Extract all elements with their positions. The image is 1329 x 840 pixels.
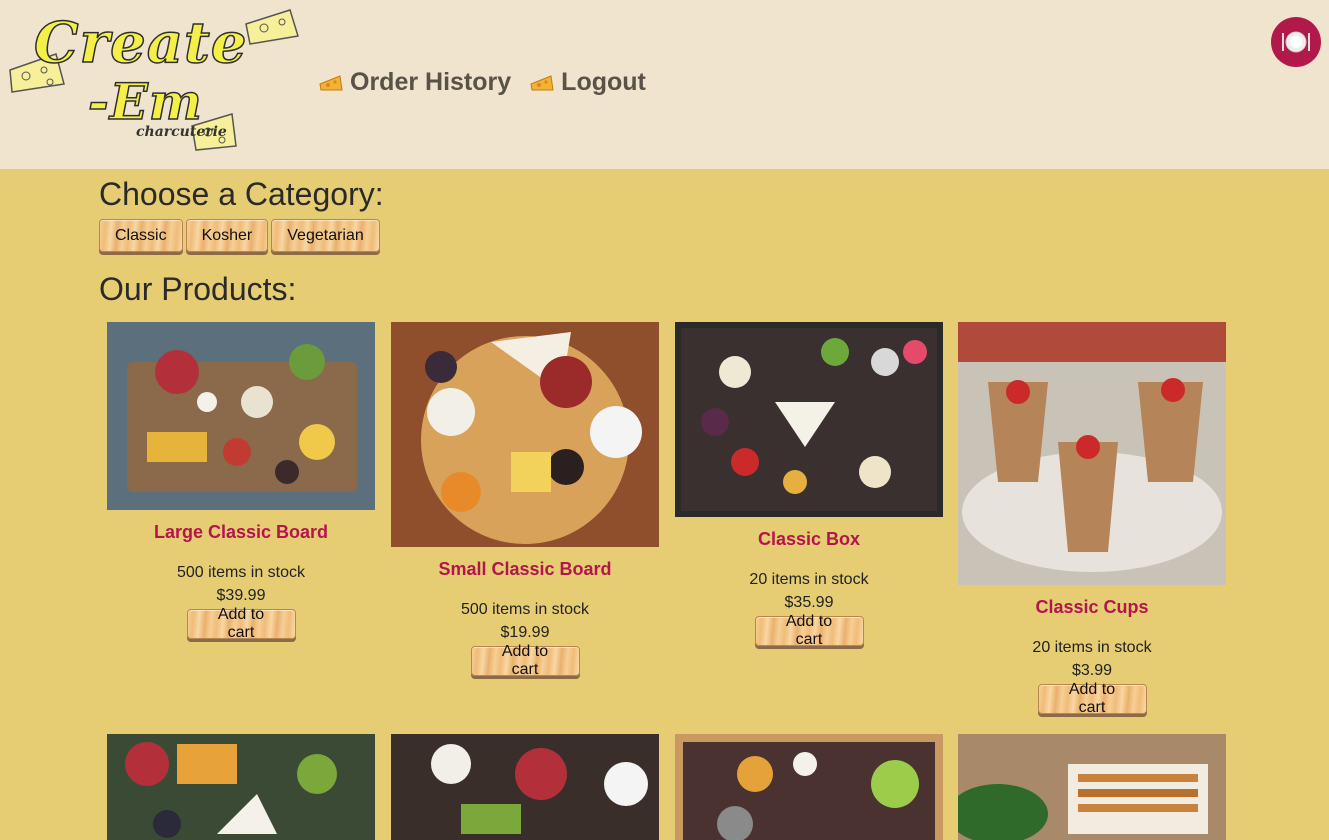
product-image[interactable] (391, 322, 659, 547)
add-to-cart-button[interactable]: Add to cart (470, 643, 580, 678)
product-price: $19.99 (500, 624, 550, 641)
category-classic-button[interactable]: Classic (99, 219, 183, 252)
nav-order-history-label: Order History (350, 68, 512, 96)
product-price: $35.99 (784, 594, 834, 611)
product-image[interactable] (958, 734, 1226, 840)
product-image[interactable] (958, 322, 1226, 585)
brand-name-line2: -Em (87, 71, 203, 132)
cheese-icon (319, 74, 343, 90)
category-vegetarian-button[interactable]: Vegetarian (271, 219, 380, 252)
add-to-cart-button[interactable]: Add to cart (754, 613, 864, 648)
product-title[interactable]: Classic Cups (958, 597, 1226, 618)
product-stock: 500 items in stock (460, 601, 590, 618)
nav-logout[interactable]: Logout (529, 68, 646, 97)
product-title[interactable]: Small Classic Board (391, 559, 659, 580)
brand-tagline: charcuterie (136, 124, 227, 140)
product-image[interactable] (107, 734, 375, 840)
cheese-decoration-icon (245, 9, 299, 45)
product-stock: 20 items in stock (1032, 639, 1152, 656)
brand-logo[interactable]: Create -Em charcuterie (6, 6, 306, 156)
cheese-icon (530, 74, 554, 90)
nav-logout-label: Logout (561, 68, 646, 96)
user-avatar[interactable] (1271, 17, 1321, 67)
product-price: $3.99 (1071, 662, 1113, 679)
product-card (107, 734, 375, 840)
nav-order-history[interactable]: Order History (318, 68, 511, 97)
category-kosher-button[interactable]: Kosher (185, 219, 269, 252)
product-card (958, 734, 1226, 840)
category-filter: Classic Kosher Vegetarian (99, 219, 380, 252)
product-card: Small Classic Board 500 items in stock $… (391, 322, 659, 678)
products-heading: Our Products: (99, 271, 297, 307)
product-image[interactable] (675, 734, 943, 840)
product-image[interactable] (107, 322, 375, 510)
product-stock: 500 items in stock (176, 564, 306, 581)
add-to-cart-button[interactable]: Add to cart (1037, 681, 1147, 716)
product-title[interactable]: Large Classic Board (107, 522, 375, 543)
product-card: Classic Box 20 items in stock $35.99 Add… (675, 322, 943, 648)
site-header: Create -Em charcuterie Order History Log… (0, 0, 1329, 169)
product-card: Large Classic Board 500 items in stock $… (107, 322, 375, 641)
add-to-cart-button[interactable]: Add to cart (186, 606, 296, 641)
product-card (391, 734, 659, 840)
product-image[interactable] (391, 734, 659, 840)
product-title[interactable]: Classic Box (675, 529, 943, 550)
brand-name-line1: Create (33, 9, 248, 77)
product-card: Classic Cups 20 items in stock $3.99 Add… (958, 322, 1226, 716)
product-image[interactable] (675, 322, 943, 517)
category-heading: Choose a Category: (99, 176, 384, 212)
plate-icon (1282, 31, 1310, 53)
main-nav: Order History Logout (318, 68, 646, 97)
product-price: $39.99 (216, 587, 266, 604)
product-stock: 20 items in stock (749, 571, 869, 588)
product-card (675, 734, 943, 840)
